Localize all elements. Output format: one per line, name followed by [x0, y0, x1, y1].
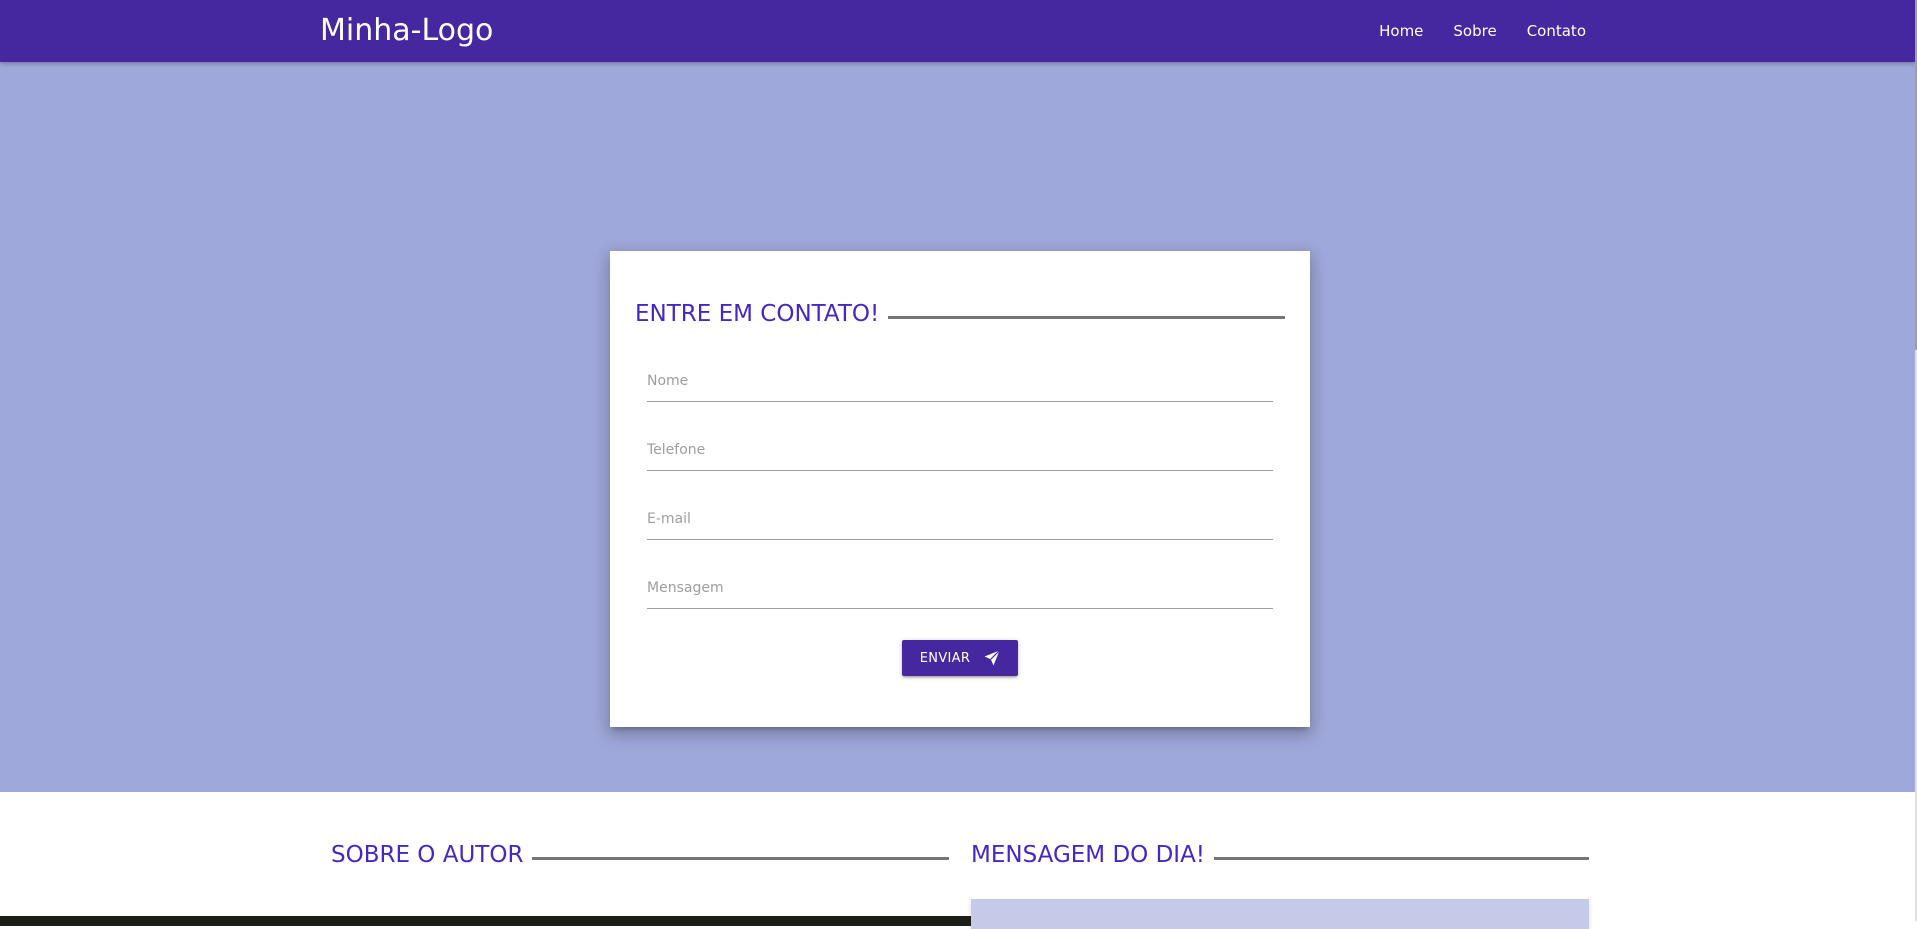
- name-field-wrapper: [647, 357, 1273, 402]
- nav-link-home[interactable]: Home: [1379, 22, 1423, 40]
- about-author-heading: SOBRE O AUTOR: [331, 842, 949, 868]
- phone-field-wrapper: [647, 426, 1273, 471]
- daily-message-divider: [1214, 856, 1589, 860]
- name-input[interactable]: [647, 357, 1273, 401]
- nav-link-contato[interactable]: Contato: [1527, 22, 1586, 40]
- about-title-divider: [532, 856, 949, 860]
- title-divider: [888, 315, 1285, 319]
- message-field-wrapper: [647, 564, 1273, 609]
- nav-links: Home Sobre Contato: [1349, 0, 1586, 62]
- about-author-title: SOBRE O AUTOR: [331, 842, 524, 868]
- brand-logo[interactable]: Minha-Logo: [320, 10, 493, 52]
- email-field-wrapper: [647, 495, 1273, 540]
- message-input[interactable]: [647, 564, 1273, 608]
- contact-heading: ENTRE EM CONTATO!: [635, 301, 1285, 327]
- contact-card: ENTRE EM CONTATO! ENVIAR: [610, 251, 1310, 727]
- top-navbar: Minha-Logo Home Sobre Contato: [0, 0, 1917, 62]
- phone-input[interactable]: [647, 426, 1273, 470]
- contact-hero-section: ENTRE EM CONTATO! ENVIAR: [0, 62, 1917, 792]
- send-button-label: ENVIAR: [919, 650, 971, 666]
- daily-message-heading: MENSAGEM DO DIA!: [971, 842, 1589, 868]
- author-image: [0, 916, 971, 926]
- nav-link-sobre[interactable]: Sobre: [1453, 22, 1496, 40]
- email-input[interactable]: [647, 495, 1273, 539]
- daily-message-card: [971, 899, 1589, 929]
- contact-title: ENTRE EM CONTATO!: [635, 301, 880, 327]
- send-icon: [984, 650, 1001, 666]
- daily-message-title: MENSAGEM DO DIA!: [971, 842, 1206, 868]
- send-button[interactable]: ENVIAR: [902, 640, 1018, 676]
